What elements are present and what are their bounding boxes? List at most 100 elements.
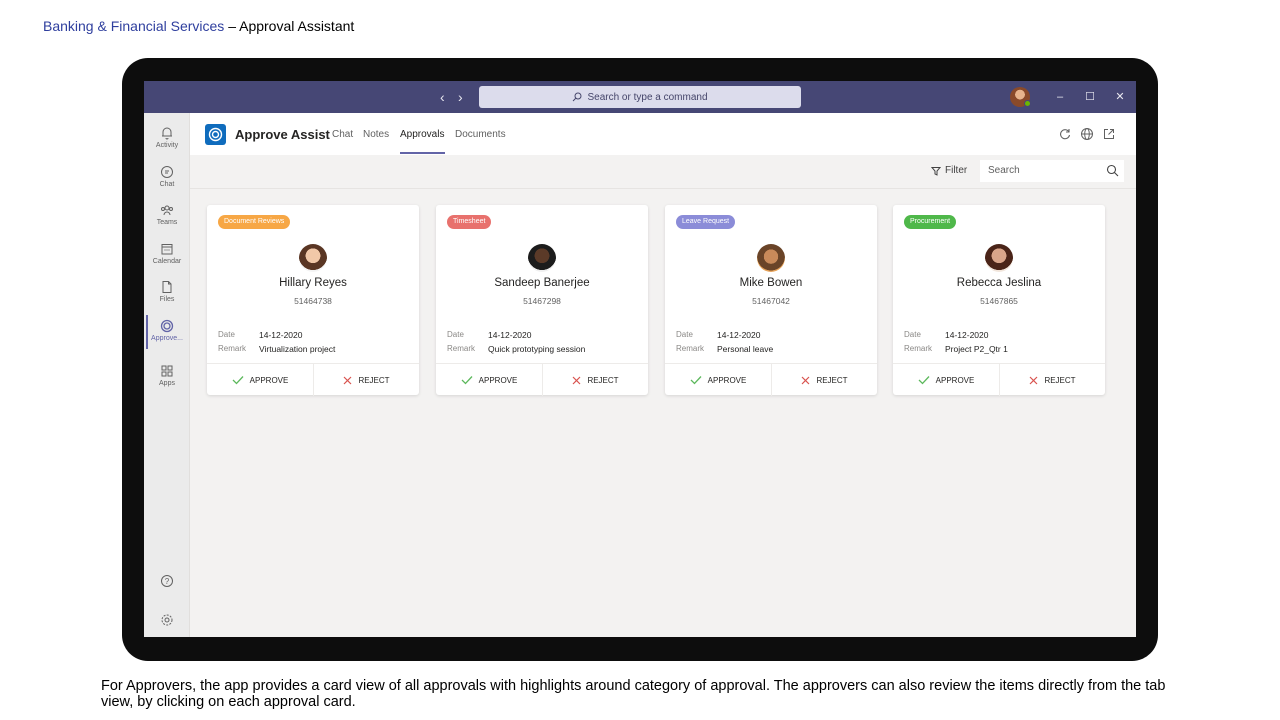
date-label: Date	[447, 330, 464, 339]
category-badge: Timesheet	[447, 215, 492, 229]
settings-button[interactable]	[144, 613, 190, 627]
tab-chat[interactable]: Chat	[332, 129, 353, 140]
command-search-bar[interactable]: Search or type a command	[479, 86, 801, 108]
calendar-icon	[161, 244, 173, 255]
date-value: 14-12-2020	[717, 330, 761, 340]
rail-label-chat: Chat	[159, 181, 175, 188]
rail-label-teams: Teams	[156, 219, 178, 226]
approver-name: Rebecca Jeslina	[956, 277, 1042, 289]
reject-label: REJECT	[358, 375, 390, 385]
approver-name: Hillary Reyes	[279, 277, 347, 289]
close-icon	[573, 376, 581, 384]
apps-icon	[161, 365, 173, 377]
reject-label: REJECT	[587, 375, 619, 385]
rail-item-approve[interactable]: Approve...	[144, 315, 190, 349]
approve-button[interactable]: APPROVE	[893, 364, 999, 396]
filter-label: Filter	[945, 165, 968, 176]
slide-title: Banking & Financial Services – Approval …	[43, 18, 354, 34]
filter-icon	[931, 166, 941, 176]
date-label: Date	[218, 330, 235, 339]
remark-value: Virtualization project	[259, 344, 336, 354]
globe-icon[interactable]	[1080, 127, 1094, 141]
remark-label: Remark	[676, 344, 705, 353]
employee-id: 51464738	[294, 296, 332, 306]
check-icon	[461, 376, 473, 385]
active-tab-indicator	[400, 152, 445, 154]
search-placeholder: Search	[988, 165, 1020, 176]
help-button[interactable]: ?	[144, 574, 190, 588]
avatar	[528, 244, 556, 272]
search-input[interactable]: Search	[980, 160, 1124, 182]
approve-label: APPROVE	[249, 375, 289, 385]
approver-name: Mike Bowen	[739, 277, 803, 289]
approval-card[interactable]: Timesheet Sandeep Banerjee 51467298 Date…	[436, 205, 648, 396]
date-label: Date	[676, 330, 693, 339]
close-icon	[1030, 376, 1038, 384]
category-badge: Document Reviews	[218, 215, 291, 229]
rail-item-chat[interactable]: Chat	[144, 165, 190, 188]
toolbar: Filter Search	[190, 155, 1136, 189]
file-icon	[162, 281, 172, 293]
remark-label: Remark	[218, 344, 247, 353]
chevron-right-icon[interactable]: ›	[458, 89, 463, 105]
pop-out-icon[interactable]	[1102, 127, 1116, 141]
approve-assist-icon	[160, 319, 174, 333]
app-rail: Activity Chat Teams Calendar Files Appro…	[144, 113, 190, 637]
approval-card[interactable]: Procurement Rebecca Jeslina 51467865 Dat…	[893, 205, 1105, 396]
close-button[interactable]: ✕	[1113, 89, 1127, 105]
app-logo	[205, 124, 226, 145]
employee-id: 51467298	[523, 296, 561, 306]
title-bar: ‹ › Search or type a command – ☐ ✕	[144, 81, 1136, 113]
search-icon	[573, 92, 582, 102]
help-icon: ?	[161, 575, 173, 587]
minimize-button[interactable]: –	[1053, 89, 1067, 105]
approve-button[interactable]: APPROVE	[436, 364, 542, 396]
approval-card[interactable]: Leave Request Mike Bowen 51467042 Date 1…	[665, 205, 877, 396]
rail-item-files[interactable]: Files	[144, 280, 190, 303]
reject-button[interactable]: REJECT	[313, 364, 419, 396]
maximize-button[interactable]: ☐	[1083, 89, 1097, 105]
approval-card[interactable]: Document Reviews Hillary Reyes 51464738 …	[207, 205, 419, 396]
slide-title-rest: – Approval Assistant	[224, 18, 355, 34]
slide-title-accent: Banking & Financial Services	[43, 18, 225, 34]
approve-button[interactable]: APPROVE	[665, 364, 771, 396]
remark-value: Project P2_Qtr 1	[945, 344, 1008, 354]
card-actions: APPROVE REJECT	[436, 363, 648, 396]
bell-icon	[162, 127, 172, 140]
tab-notes[interactable]: Notes	[363, 129, 389, 140]
rail-item-activity[interactable]: Activity	[144, 126, 190, 149]
teams-icon	[161, 205, 173, 216]
rail-label-approve: Approve...	[151, 335, 183, 342]
avatar	[299, 244, 327, 272]
rail-item-calendar[interactable]: Calendar	[144, 242, 190, 265]
tab-approvals[interactable]: Approvals	[400, 129, 444, 140]
filter-button[interactable]: Filter	[931, 165, 967, 176]
refresh-icon[interactable]	[1058, 127, 1072, 141]
app-header: Approve Assist Chat Notes Approvals Docu…	[190, 113, 1136, 155]
rail-label-apps: Apps	[159, 380, 175, 387]
date-value: 14-12-2020	[259, 330, 303, 340]
employee-id: 51467042	[752, 296, 790, 306]
card-actions: APPROVE REJECT	[893, 363, 1105, 396]
rail-item-apps[interactable]: Apps	[144, 364, 190, 387]
rail-item-teams[interactable]: Teams	[144, 203, 190, 226]
close-icon	[344, 376, 352, 384]
rail-label-activity: Activity	[155, 142, 179, 149]
reject-label: REJECT	[816, 375, 848, 385]
tab-documents[interactable]: Documents	[455, 129, 506, 140]
app-name: Approve Assist	[235, 127, 330, 142]
approve-label: APPROVE	[478, 375, 518, 385]
teams-window: ‹ › Search or type a command – ☐ ✕ Activ…	[144, 81, 1136, 637]
date-value: 14-12-2020	[488, 330, 532, 340]
reject-button[interactable]: REJECT	[771, 364, 877, 396]
gear-icon	[161, 614, 173, 626]
category-badge: Leave Request	[676, 215, 736, 229]
presence-indicator	[1024, 100, 1031, 107]
date-label: Date	[904, 330, 921, 339]
chevron-left-icon[interactable]: ‹	[440, 89, 445, 105]
svg-text:?: ?	[165, 577, 170, 586]
category-badge: Procurement	[904, 215, 957, 229]
approve-button[interactable]: APPROVE	[207, 364, 313, 396]
reject-button[interactable]: REJECT	[542, 364, 648, 396]
reject-button[interactable]: REJECT	[999, 364, 1105, 396]
